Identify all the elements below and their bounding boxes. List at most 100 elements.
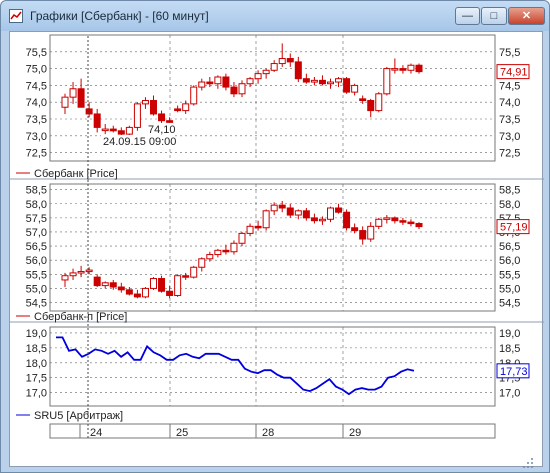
candle-up	[101, 282, 109, 287]
resize-grip-icon[interactable]	[522, 457, 534, 469]
candle-down	[318, 79, 326, 85]
candle-down	[158, 113, 166, 122]
candle-up	[351, 84, 359, 93]
candle-down	[206, 81, 214, 85]
y-tick-label-left: 58,0	[26, 199, 47, 211]
candle-up	[77, 270, 85, 274]
time-axis-label-28: 28	[262, 427, 274, 439]
candle-down	[174, 108, 182, 112]
candle-up	[375, 93, 383, 112]
candle-up	[61, 96, 69, 108]
candle-up	[278, 58, 286, 65]
candle-up	[327, 207, 334, 220]
price-charts[interactable]: 75,575,575,075,074,574,574,074,073,573,5…	[10, 32, 544, 468]
y-tick-label-left: 17,0	[26, 388, 47, 400]
window-title: Графики [Сбербанк] - [60 минут]	[30, 9, 209, 23]
candle-down	[310, 217, 318, 222]
last-value-label: 57,19	[500, 222, 528, 234]
y-tick-label-left: 72,5	[26, 148, 47, 160]
y-tick-label-right: 72,5	[499, 148, 520, 160]
legend-sber: Сбербанк [Price]	[34, 168, 118, 180]
maximize-button[interactable]: □	[481, 7, 507, 25]
y-tick-label-right: 56,5	[499, 241, 520, 253]
y-tick-label-right: 55,5	[499, 269, 520, 281]
candle-down	[117, 130, 125, 135]
candle-down	[343, 78, 351, 93]
candle-up	[133, 103, 141, 128]
y-tick-label-left: 75,0	[26, 64, 47, 76]
y-tick-label-left: 74,0	[26, 97, 47, 109]
legend-sru5: SRU5 [Арбитраж]	[34, 410, 123, 422]
candle-down	[294, 61, 302, 80]
candle-down	[359, 230, 367, 240]
candle-up	[335, 78, 343, 83]
y-tick-label-right: 18,5	[499, 343, 520, 355]
close-button[interactable]: ✕	[508, 7, 545, 25]
candle-up	[206, 254, 214, 260]
candle-down	[302, 210, 310, 219]
y-tick-label-left: 55,0	[26, 283, 47, 295]
candle-down	[278, 204, 286, 209]
candle-up	[246, 78, 254, 85]
candle-up	[391, 68, 399, 71]
candle-down	[399, 220, 407, 223]
candle-down	[182, 275, 190, 278]
legend-sberp: Сбербанк-п [Price]	[34, 311, 127, 323]
time-axis-label-29: 29	[349, 427, 361, 439]
candle-down	[415, 64, 423, 73]
y-tick-label-right: 74,5	[499, 80, 520, 92]
pref-panel-frame	[49, 183, 496, 312]
chart-app-icon	[9, 9, 23, 23]
chart-window: Графики [Сбербанк] - [60 минут] — □ ✕ 75…	[0, 0, 550, 473]
candle-down	[302, 78, 310, 83]
y-tick-label-left: 75,5	[26, 47, 47, 59]
title-bar[interactable]: Графики [Сбербанк] - [60 минут] — □ ✕	[1, 1, 549, 31]
y-tick-label-right: 73,0	[499, 131, 520, 143]
y-tick-label-left: 74,5	[26, 80, 47, 92]
candle-down	[150, 100, 157, 115]
candle-up	[230, 242, 238, 253]
y-tick-label-right: 19,0	[499, 328, 520, 340]
y-tick-label-left: 73,0	[26, 131, 47, 143]
y-tick-label-left: 57,5	[26, 213, 47, 225]
candle-down	[351, 227, 359, 232]
candle-up	[190, 266, 198, 278]
candle-up	[61, 275, 69, 281]
y-tick-label-right: 74,0	[499, 97, 520, 109]
y-tick-label-left: 73,5	[26, 114, 47, 126]
candle-down	[286, 58, 294, 63]
y-tick-label-right: 75,5	[499, 47, 520, 59]
candle-up	[141, 287, 149, 298]
candle-up	[85, 269, 93, 273]
candle-up	[294, 210, 302, 216]
candle-down	[367, 100, 375, 112]
minimize-button[interactable]: —	[455, 7, 480, 25]
candle-up	[125, 126, 133, 135]
candle-up	[174, 275, 182, 296]
y-tick-label-left: 57,0	[26, 227, 47, 239]
candle-up	[69, 272, 77, 277]
y-tick-label-left: 58,5	[26, 185, 47, 197]
candle-up	[246, 225, 254, 234]
candle-up	[238, 83, 246, 95]
candle-down	[407, 221, 415, 225]
chart-area[interactable]: 75,575,575,075,074,574,574,074,073,573,5…	[9, 31, 544, 468]
candle-down	[93, 276, 101, 287]
y-tick-label-left: 56,0	[26, 255, 47, 267]
candle-down	[85, 108, 93, 115]
candle-down	[399, 68, 407, 71]
candle-down	[133, 293, 141, 298]
candle-up	[214, 76, 222, 85]
crosshair-datetime: 24.09.15 09:00	[103, 136, 176, 148]
y-tick-label-left: 55,5	[26, 269, 47, 281]
candle-down	[109, 128, 117, 132]
candle-up	[310, 79, 318, 83]
candle-up	[262, 210, 270, 229]
spread-panel-frame	[49, 326, 496, 407]
candle-up	[214, 249, 222, 256]
y-tick-label-right: 55,0	[499, 283, 520, 295]
y-tick-label-left: 18,0	[26, 358, 47, 370]
candle-up	[69, 88, 77, 98]
candle-up	[327, 81, 334, 85]
candle-down	[230, 86, 238, 95]
